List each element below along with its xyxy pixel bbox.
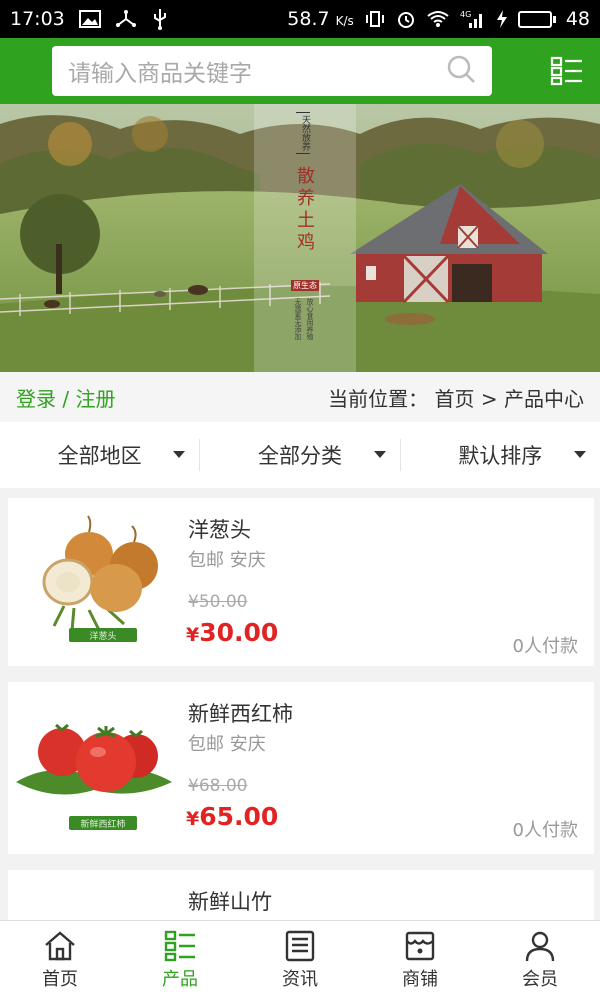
search-input[interactable]: 请输入商品关键字 [68, 54, 446, 88]
product-image-tomato[interactable]: 新鲜西红柿 [14, 690, 174, 850]
status-bar: 17:03 58.7 K/s 4G 48 [0, 0, 600, 38]
product-card[interactable]: 新鲜西红柿 新鲜西红柿 包邮 安庆 ¥68.00 ¥65.00 0人付款 [8, 682, 594, 854]
status-time: 17:03 [10, 8, 65, 30]
alarm-icon [396, 9, 416, 29]
product-price: ¥30.00 [186, 618, 279, 647]
product-image-label: 新鲜西红柿 [69, 816, 137, 830]
share-node-icon [115, 9, 137, 29]
filter-region[interactable]: 全部地区 [0, 439, 199, 471]
user-icon [525, 931, 555, 962]
register-link[interactable]: 注册 [75, 387, 115, 411]
product-paid-count: 0人付款 [512, 636, 578, 657]
tab-products-label: 产品 [162, 969, 198, 990]
product-original-price: ¥50.00 [188, 592, 248, 612]
svg-text:4G: 4G [460, 10, 471, 19]
promo-banner[interactable]: 天然放养 散养土鸡 原生态 无激素无添加 放心食用养殖 [0, 104, 600, 372]
filter-bar: 全部地区 全部分类 默认排序 [0, 422, 600, 488]
network-speed: 58.7 K/s [287, 8, 354, 30]
breadcrumb-arrow: > [480, 386, 498, 411]
login-link[interactable]: 登录 [16, 387, 56, 411]
filter-category[interactable]: 全部分类 [199, 439, 399, 471]
breadcrumb-home-link[interactable]: 首页 [435, 387, 475, 411]
product-shipping-location: 包邮 安庆 [188, 550, 266, 571]
breadcrumb: 登录 / 注册 当前位置： 首页 > 产品中心 [0, 372, 600, 422]
banner-title: 散养土鸡 [294, 166, 315, 254]
product-name[interactable]: 新鲜山竹 [188, 886, 272, 916]
battery-level: 48 [565, 8, 590, 30]
tab-shops-label: 商铺 [402, 969, 438, 990]
category-menu-icon[interactable] [550, 56, 584, 86]
product-list-icon [164, 930, 195, 962]
product-paid-count: 0人付款 [512, 820, 578, 841]
caret-down-icon [373, 451, 386, 458]
tab-member[interactable]: 会员 [480, 921, 600, 1000]
app-screen: 17:03 58.7 K/s 4G 48 请输入商品关键字 天然放养 散养土鸡 … [0, 0, 600, 1000]
tab-shops[interactable]: 商铺 [360, 921, 480, 1000]
caret-down-icon [573, 451, 586, 458]
news-icon [285, 930, 315, 962]
charging-icon [496, 9, 508, 29]
shop-icon [405, 931, 435, 961]
position-prefix: 当前位置： [328, 386, 429, 411]
product-name[interactable]: 洋葱头 [188, 514, 251, 544]
banner-tag-top: 天然放养 [296, 112, 310, 154]
tab-home[interactable]: 首页 [0, 921, 120, 1000]
usb-icon [151, 8, 169, 30]
banner-side-text-1: 无激素无添加 [294, 298, 302, 340]
product-name[interactable]: 新鲜西红柿 [188, 698, 293, 728]
filter-sort-label: 默认排序 [458, 444, 543, 468]
login-register: 登录 / 注册 [16, 383, 115, 412]
tab-news[interactable]: 资讯 [240, 921, 360, 1000]
app-header: 请输入商品关键字 [0, 38, 600, 104]
signal-icon: 4G [460, 9, 486, 29]
product-image-onion[interactable]: 洋葱头 [14, 506, 174, 666]
tab-home-label: 首页 [42, 969, 78, 990]
home-icon [45, 931, 75, 961]
filter-category-label: 全部分类 [257, 444, 342, 468]
wifi-icon [426, 10, 450, 28]
bottom-tab-bar: 首页 产品 资讯 商铺 会员 [0, 920, 600, 1000]
tab-news-label: 资讯 [282, 969, 318, 990]
breadcrumb-current: 产品中心 [504, 386, 584, 411]
product-image-label: 洋葱头 [69, 628, 137, 642]
image-icon [78, 10, 101, 28]
product-shipping-location: 包邮 安庆 [188, 734, 266, 755]
separator: / [62, 386, 70, 411]
product-card[interactable]: 洋葱头 洋葱头 包邮 安庆 ¥50.00 ¥30.00 0人付款 [8, 498, 594, 666]
current-position: 当前位置： 首页 > 产品中心 [328, 383, 584, 412]
vibrate-icon [364, 9, 386, 29]
product-price: ¥65.00 [186, 802, 279, 831]
banner-side-text-2: 放心食用养殖 [306, 298, 314, 340]
caret-down-icon [173, 451, 186, 458]
tab-products[interactable]: 产品 [120, 921, 240, 1000]
search-icon[interactable] [446, 54, 476, 88]
product-original-price: ¥68.00 [188, 776, 248, 796]
tab-member-label: 会员 [522, 969, 558, 990]
search-box[interactable]: 请输入商品关键字 [52, 46, 492, 96]
filter-sort[interactable]: 默认排序 [399, 439, 600, 471]
filter-region-label: 全部地区 [57, 444, 142, 468]
battery-icon [517, 10, 556, 28]
banner-badge: 原生态 [291, 280, 319, 291]
